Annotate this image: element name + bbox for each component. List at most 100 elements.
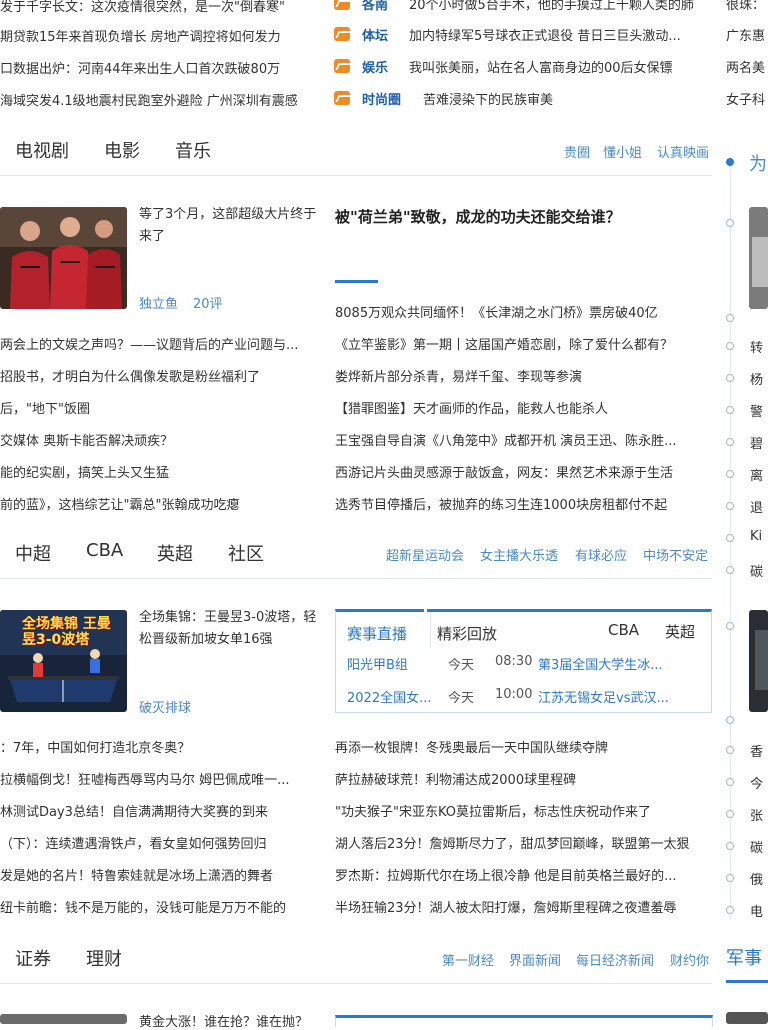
sidebar-item[interactable]: 香 (750, 741, 768, 760)
list-item[interactable]: 8085万观众共同缅怀！《长津湖之水门桥》票房破40亿 (335, 302, 711, 321)
match-title[interactable]: 江苏无锡女足vs武汉... (538, 687, 698, 706)
list-item[interactable]: 西游记片头曲灵感源于敲饭盒，网友：果然艺术来源于生活 (335, 462, 711, 481)
channel-link[interactable]: 懂小姐 (603, 142, 642, 161)
list-item[interactable]: 《立竿鉴影》第一期丨这届国产婚恋剧，除了爱什么都有？ (335, 334, 711, 353)
news-link[interactable]: 发于千字长文：这次疫情很突然，是一次"倒春寒" (0, 0, 320, 15)
news-link[interactable]: 很珠： (726, 0, 768, 13)
feature-caption[interactable]: 等了3个月，这部超级大片终于来了 (139, 204, 319, 248)
feature-comment-count[interactable]: 20评 (193, 293, 223, 312)
tab-movie[interactable]: 电影 (104, 137, 140, 163)
feature-thumbnail[interactable] (0, 1014, 127, 1024)
list-item[interactable]: 萨拉赫破球荒！利物浦达成2000球里程碑 (335, 769, 711, 788)
list-item[interactable]: "功夫猴子"宋亚东KO莫拉雷斯后，标志性庆祝动作来了 (335, 801, 711, 820)
news-link[interactable]: 口数据出炉：河南44年来出生人口首次跌破80万 (0, 58, 320, 77)
channel-link[interactable]: 中场不安定 (643, 545, 708, 564)
list-item[interactable]: 纽卡前瞻：钱不是万能的，没钱可能是万万不能的 (0, 897, 320, 916)
tab-community[interactable]: 社区 (228, 540, 264, 566)
channel-link[interactable]: 超新星运动会 (386, 545, 464, 564)
tab-securities[interactable]: 证券 (15, 945, 51, 971)
feature-source[interactable]: 破灭排球 (139, 697, 191, 716)
channel-link[interactable]: 贵圈 (564, 142, 590, 161)
sidebar-item[interactable]: 今 (750, 773, 768, 792)
video-tag-icon (334, 0, 350, 10)
channel-link[interactable]: 每日经济新闻 (576, 950, 654, 969)
tab-replay[interactable]: 精彩回放 (437, 623, 497, 644)
category-tag[interactable]: 时尚圈 (362, 89, 401, 108)
list-item[interactable]: （下）：连续遭遇滑铁卢，看女皇如何强势回归 (0, 833, 320, 852)
news-link[interactable]: 20个小时做5台手术，他的手摸过上千颗人类的肺 (409, 0, 711, 13)
tab-wealth[interactable]: 理财 (86, 945, 122, 971)
list-item[interactable]: 湖人落后23分！詹姆斯尽力了，甜瓜梦回巅峰，联盟第一太狠 (335, 833, 711, 852)
list-item[interactable]: 选秀节目停播后，被抛弃的练习生连1000块房租都付不起 (335, 494, 711, 513)
tab-music[interactable]: 音乐 (175, 137, 211, 163)
list-item[interactable]: 发是她的名片！特鲁索娃就是冰场上潇洒的舞者 (0, 865, 320, 884)
sidebar-military-title[interactable]: 军事 (726, 944, 762, 970)
sidebar-item[interactable]: 张 (750, 805, 768, 824)
sidebar-item[interactable]: 碧 (750, 433, 768, 452)
sidebar-thumbnail[interactable] (726, 1012, 768, 1024)
sidebar-item[interactable]: 电 (750, 901, 768, 920)
list-item[interactable]: 能的纪实剧，搞笑上头又生猛 (0, 462, 320, 481)
list-item[interactable]: ：7年，中国如何打造北京冬奥？ (0, 737, 320, 756)
list-item[interactable]: 招股书，才明白为什么偶像发歌是粉丝福利了 (0, 366, 320, 385)
list-item[interactable]: 林测试Day3总结！自信满满期待大奖赛的到来 (0, 801, 320, 820)
feature-thumbnail[interactable]: 全场集锦 王曼昱3-0波塔 (0, 610, 127, 712)
news-link[interactable]: 女子科 (726, 89, 768, 108)
sidebar-thumbnail[interactable] (749, 610, 768, 712)
list-item[interactable]: 【猎罪图鉴】天才画师的作品，能救人也能杀人 (335, 398, 711, 417)
sidebar-item[interactable]: 警 (750, 401, 768, 420)
sidebar-item[interactable]: Ki (750, 529, 768, 544)
match-title[interactable]: 第3届全国大学生冰... (538, 654, 688, 673)
list-item[interactable]: 王宝强自导自演《八角笼中》成都开机 演员王迅、陈永胜... (335, 430, 711, 449)
news-link[interactable]: 广东惠 (726, 25, 768, 44)
list-item[interactable]: 半场狂输23分！湖人被太阳打爆，詹姆斯里程碑之夜遭羞辱 (335, 897, 711, 916)
sidebar-item[interactable]: 碳 (750, 837, 768, 856)
tab-cba-live[interactable]: CBA (608, 621, 639, 639)
news-link[interactable]: 海域突发4.1级地震村民跑室外避险 广州深圳有震感 (0, 90, 320, 109)
news-link[interactable]: 期贷款15年来首现负增长 房地产调控将如何发力 (0, 26, 320, 45)
tab-csl[interactable]: 中超 (15, 540, 51, 566)
sidebar-thumbnail[interactable] (749, 207, 768, 309)
feature-caption[interactable]: 黄金大涨！谁在抢？谁在抛？ (139, 1011, 319, 1030)
sidebar-item[interactable]: 退 (750, 497, 768, 516)
list-item[interactable]: 前的蓝》，这档综艺让"霸总"张翰成功吃瘪 (0, 494, 320, 513)
category-tag[interactable]: 各南 (362, 0, 388, 13)
sidebar-item[interactable]: 杨 (750, 369, 768, 388)
sidebar-item[interactable]: 碳 (750, 561, 768, 580)
news-link[interactable]: 苦难浸染下的民族审美 (423, 89, 711, 108)
category-tag[interactable]: 体坛 (362, 25, 388, 44)
headline[interactable]: 被"荷兰弟"致敬，成龙的功夫还能交给谁？ (335, 206, 711, 227)
news-link[interactable]: 两名美 (726, 57, 768, 76)
sidebar-item[interactable]: 俄 (750, 869, 768, 888)
sidebar-item[interactable]: 转 (750, 337, 768, 356)
list-item[interactable]: 再添一枚银牌！冬残奥最后一天中国队继续夺牌 (335, 737, 711, 756)
sidebar-section-title[interactable]: 为 (749, 150, 767, 176)
sidebar-title-underline (726, 980, 768, 983)
match-name[interactable]: 2022全国女... (347, 687, 443, 706)
feature-source[interactable]: 独立鱼 (139, 293, 178, 312)
feature-thumbnail[interactable] (0, 207, 127, 309)
tab-epl[interactable]: 英超 (157, 540, 193, 566)
tab-live[interactable]: 赛事直播 (347, 623, 407, 644)
list-item[interactable]: 拉横幅倒戈！狂嘘梅西辱骂内马尔 姆巴佩成唯一... (0, 769, 320, 788)
tab-epl-live[interactable]: 英超 (665, 621, 695, 642)
tab-tv[interactable]: 电视剧 (15, 137, 69, 163)
list-item[interactable]: 交媒体 奥斯卡能否解决顽疾？ (0, 430, 320, 449)
list-item[interactable]: 两会上的文娱之声吗？——议题背后的产业问题与... (0, 334, 320, 353)
list-item[interactable]: 后，"地下"饭圈 (0, 398, 320, 417)
channel-link[interactable]: 财约你 (670, 950, 709, 969)
tab-cba[interactable]: CBA (86, 540, 123, 561)
feature-caption[interactable]: 全场集锦：王曼昱3-0波塔，轻松晋级新加坡女单16强 (139, 607, 319, 651)
match-name[interactable]: 阳光甲B组 (347, 654, 439, 673)
news-link[interactable]: 我叫张美丽，站在名人富商身边的00后女保镖 (409, 57, 711, 76)
channel-link[interactable]: 第一财经 (442, 950, 494, 969)
list-item[interactable]: 罗杰斯：拉姆斯代尔在场上很冷静 他是目前英格兰最好的... (335, 865, 711, 884)
channel-link[interactable]: 有球必应 (575, 545, 627, 564)
news-link[interactable]: 加内特绿军5号球衣正式退役 昔日三巨头激动... (409, 25, 711, 44)
channel-link[interactable]: 认真映画 (657, 142, 709, 161)
sidebar-item[interactable]: 离 (750, 465, 768, 484)
category-tag[interactable]: 娱乐 (362, 57, 388, 76)
channel-link[interactable]: 界面新闻 (509, 950, 561, 969)
channel-link[interactable]: 女主播大乐透 (480, 545, 558, 564)
list-item[interactable]: 娄烨新片部分杀青，易烊千玺、李现等参演 (335, 366, 711, 385)
